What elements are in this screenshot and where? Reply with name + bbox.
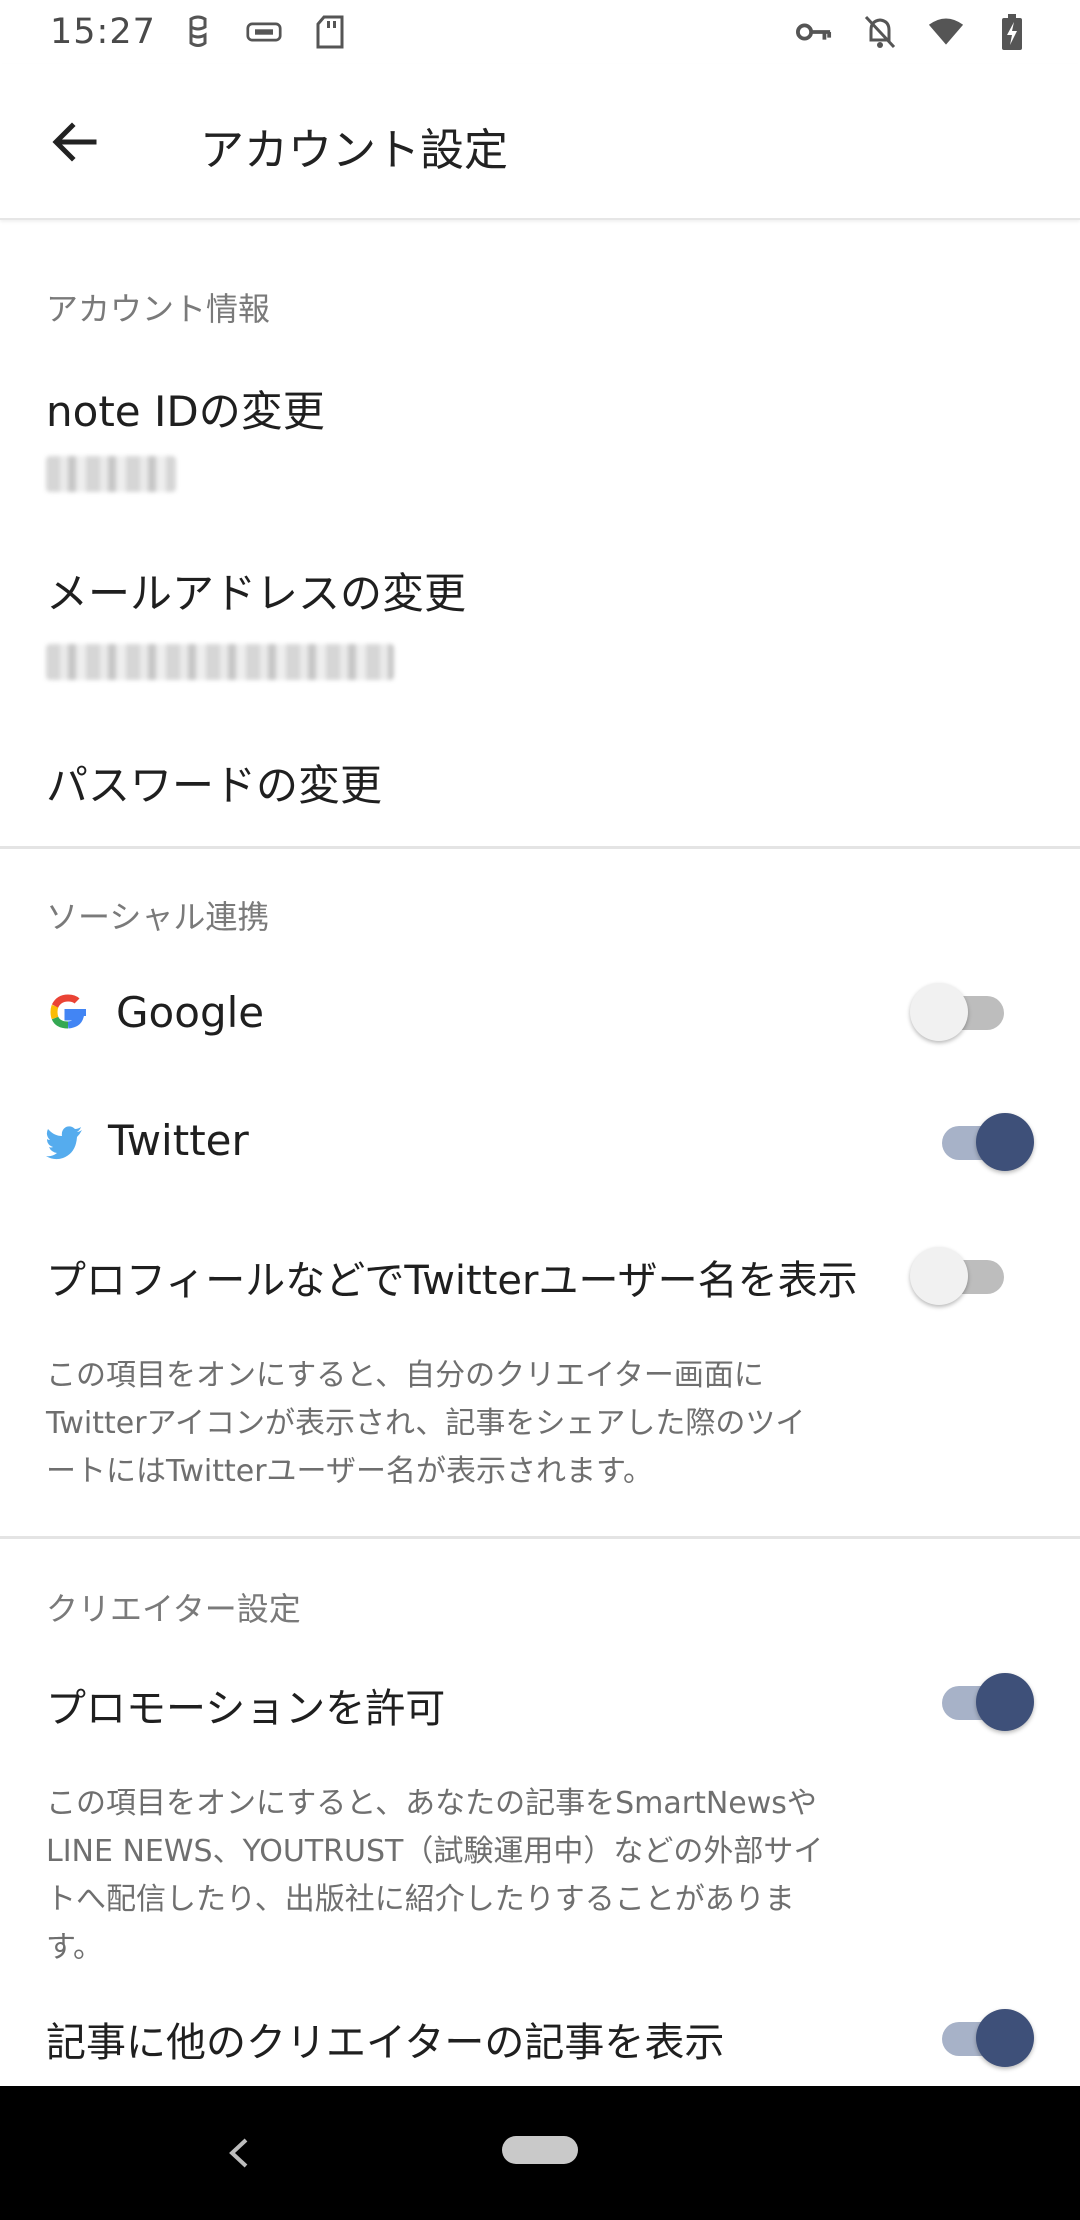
twitter-toggle-thumb	[976, 1113, 1034, 1171]
allow-promotion-label: プロモーションを許可	[46, 1686, 446, 1732]
email-value-redacted	[46, 644, 394, 680]
screen: 15:27 アカウント設定 アカウント情報 note IDの変更 メールアドレス…	[0, 0, 1080, 2220]
back-button[interactable]	[40, 108, 108, 176]
twitter-toggle[interactable]	[938, 1110, 1034, 1171]
divider	[0, 846, 1080, 849]
status-right-icons	[796, 14, 1030, 50]
description-line: す。	[46, 1930, 103, 1965]
vpn-key-icon	[796, 14, 832, 50]
sd-card-icon	[312, 14, 348, 50]
system-navigation-bar	[0, 2086, 1080, 2220]
allow-promotion-description: この項目をオンにすると、あなたの記事をSmartNewsや LINE NEWS、…	[46, 1780, 886, 1972]
change-password-item[interactable]: パスワードの変更	[46, 752, 382, 813]
allow-promotion-toggle[interactable]	[938, 1670, 1034, 1731]
accessibility-icon	[180, 14, 216, 50]
description-line: この項目をオンにすると、自分のクリエイター画面に	[46, 1358, 764, 1393]
app-bar: アカウント設定	[0, 64, 1080, 220]
show-twitter-name-toggle-thumb	[910, 1247, 968, 1305]
show-other-creators-toggle[interactable]	[938, 2006, 1034, 2067]
google-icon	[46, 990, 90, 1034]
divider	[0, 1536, 1080, 1539]
google-label: Google	[116, 988, 265, 1037]
description-line: ートにはTwitterユーザー名が表示されます。	[46, 1454, 653, 1489]
status-bar: 15:27	[0, 0, 1080, 64]
battery-charging-icon	[994, 14, 1030, 50]
twitter-label: Twitter	[108, 1116, 249, 1165]
twitter-bird-icon	[44, 1124, 84, 1160]
change-note-id-item[interactable]: note IDの変更	[46, 378, 325, 439]
google-toggle[interactable]	[910, 980, 1008, 1041]
show-twitter-name-label: プロフィールなどでTwitterユーザー名を表示	[46, 1258, 858, 1304]
wifi-icon	[928, 14, 964, 50]
section-header-social: ソーシャル連携	[46, 898, 270, 936]
arrow-back-icon	[52, 122, 97, 162]
show-other-creators-label: 記事に他のクリエイターの記事を表示	[46, 2020, 725, 2066]
status-left-icons	[180, 14, 348, 50]
description-line: LINE NEWS、YOUTRUST（試験運用中）などの外部サイ	[46, 1834, 824, 1869]
change-email-item[interactable]: メールアドレスの変更	[46, 560, 466, 621]
description-line: Twitterアイコンが表示され、記事をシェアした際のツイ	[46, 1406, 806, 1441]
notifications-off-icon	[862, 14, 898, 50]
allow-promotion-toggle-thumb	[976, 1673, 1034, 1731]
keyboard-icon	[246, 14, 282, 50]
description-line: この項目をオンにすると、あなたの記事をSmartNewsや	[46, 1786, 817, 1821]
status-time: 15:27	[50, 12, 156, 52]
show-twitter-name-toggle[interactable]	[910, 1244, 1008, 1305]
note-id-value-redacted	[46, 456, 176, 492]
section-header-creator: クリエイター設定	[46, 1590, 301, 1628]
show-other-creators-toggle-thumb	[976, 2009, 1034, 2067]
nav-back-icon[interactable]	[222, 2136, 256, 2170]
show-twitter-name-description: この項目をオンにすると、自分のクリエイター画面に Twitterアイコンが表示さ…	[46, 1352, 886, 1496]
section-header-account-info: アカウント情報	[46, 290, 271, 328]
description-line: トへ配信したり、出版社に紹介したりすることがありま	[46, 1882, 795, 1917]
google-toggle-thumb	[910, 983, 968, 1041]
page-title: アカウント設定	[200, 125, 508, 176]
nav-home-pill[interactable]	[502, 2136, 578, 2164]
